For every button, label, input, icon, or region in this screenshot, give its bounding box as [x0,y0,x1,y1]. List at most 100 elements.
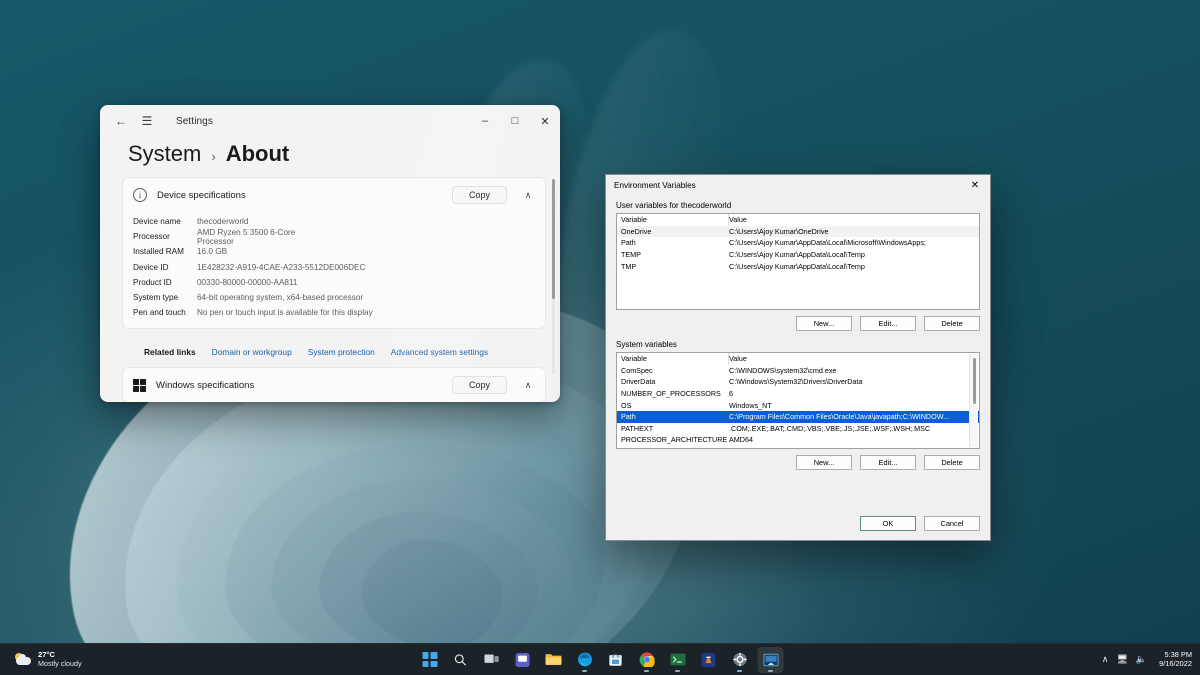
file-explorer-icon[interactable] [541,647,567,673]
table-row[interactable]: Path C:\Program Files\Common Files\Oracle… [617,410,979,423]
spec-value: thecoderworld [197,217,249,227]
system-variables-table[interactable]: Variable Value ComSpec C:\WINDOWS\system3… [616,352,980,449]
settings-window[interactable]: ← ☰ Settings – □ ✕ System › About i Devi… [100,105,560,402]
table-row[interactable]: OneDrive C:\Users\Ajoy Kumar\OneDrive [617,225,979,238]
user-delete-button[interactable]: Delete [924,316,980,331]
table-row[interactable]: ComSpec C:\WINDOWS\system32\cmd.exe [617,365,979,377]
column-header-value: Value [729,354,747,364]
table-row[interactable]: NUMBER_OF_PROCESSORS 6 [617,388,979,400]
info-icon: i [133,188,147,202]
dialog-body: User variables for thecoderworld Variabl… [606,195,990,470]
cell-value: AMD64 [729,435,753,445]
spec-value: 00330-80000-00000-AA811 [197,277,298,287]
breadcrumb-separator-icon: › [211,149,216,164]
weather-widget[interactable]: 27°C Mostly cloudy [0,650,82,668]
spec-value: 64-bit operating system, x64-based proce… [197,293,364,303]
related-link[interactable]: Domain or workgroup [212,347,292,357]
cell-variable: TMP [621,261,637,271]
close-icon[interactable]: ✕ [960,175,990,195]
spec-key: Processor [133,232,170,242]
volume-icon[interactable]: 🔈 [1136,654,1147,665]
system-properties-icon[interactable] [757,646,784,673]
device-spec-list: Device name thecoderworld Processor AMD Ryz… [123,105,560,402]
cell-variable: TEMP [621,250,641,260]
microsoft-edge-icon[interactable] [572,647,598,673]
cell-value: C:\Users\Ajoy Kumar\AppData\Local\Micros… [729,238,926,248]
clock[interactable]: 5:38 PM 9/16/2022 [1155,650,1192,669]
cell-variable: Path [621,412,636,422]
settings-scrollbar[interactable] [552,179,555,374]
search-icon[interactable] [448,647,474,673]
cell-variable: ComSpec [621,365,653,375]
spec-key: Installed RAM [133,247,184,257]
dialog-footer: OK Cancel [606,506,990,540]
widgets-icon[interactable] [510,647,536,673]
chevron-up-icon[interactable]: ∧ [517,380,539,391]
spec-row: Processor AMD Ryzen 5 3500 6-Core Process… [133,105,560,402]
user-variables-table[interactable]: Variable Value OneDrive C:\Users\Ajoy Kum… [616,213,980,310]
network-icon[interactable]: 🖥 [1116,654,1127,665]
spec-key: Product ID [133,277,172,287]
user-edit-button[interactable]: Edit... [860,316,916,331]
device-specifications-card: i Device specifications Copy ∧ Device na… [122,105,560,402]
user-variables-label: User variables for thecoderworld [616,201,732,210]
settings-window-title: Settings [176,115,213,127]
terminal-icon[interactable] [665,647,691,673]
table-row[interactable]: PATHEXT .COM;.EXE;.BAT;.CMD;.VBS;.VBE;.JS… [617,423,979,435]
table-row[interactable]: TEMP C:\Users\Ajoy Kumar\AppData\Local\Te… [617,249,979,261]
cell-value: C:\Users\Ajoy Kumar\AppData\Local\Temp [729,261,865,271]
cell-variable: NUMBER_OF_PROCESSORS [621,389,721,399]
table-header: Variable Value [617,214,979,226]
column-header-variable: Variable [621,215,647,225]
cell-variable: OS [621,400,632,410]
column-divider [728,214,729,226]
system-edit-button[interactable]: Edit... [860,455,916,470]
ok-button[interactable]: OK [860,515,916,531]
dialog-titlebar[interactable]: Environment Variables ✕ [606,175,990,195]
user-variables-buttons: New... Edit... Delete [616,316,980,331]
chevron-up-icon[interactable]: ∧ [1102,654,1109,665]
settings-content: i Device specifications Copy ∧ Device na… [100,105,560,402]
related-link[interactable]: System protection [308,347,375,357]
vlc-icon[interactable] [696,647,722,673]
system-new-button[interactable]: New... [796,455,852,470]
page-title: About [225,141,290,166]
user-variables-rows: OneDrive C:\Users\Ajoy Kumar\OneDrive Path… [617,225,979,272]
cell-value: C:\Program Files\Common Files\Oracle\Jav… [729,412,950,422]
breadcrumb-parent[interactable]: System [128,141,201,167]
related-links-label: Related links [144,347,196,358]
cell-value: Windows_NT [729,400,772,410]
settings-gear-icon[interactable] [727,647,753,673]
cell-value: C:\Users\Ajoy Kumar\OneDrive [729,226,829,236]
google-chrome-icon[interactable] [634,647,660,673]
system-delete-button[interactable]: Delete [924,455,980,470]
task-view-icon[interactable] [479,647,505,673]
system-variables-scrollbar[interactable] [969,354,978,447]
table-row[interactable]: Path C:\Users\Ajoy Kumar\AppData\Local\Mi… [617,237,979,249]
cell-value: 6 [729,389,733,399]
spec-value: No pen or touch input is available for t… [197,308,373,318]
table-row[interactable]: PROCESSOR_ARCHITECTURE AMD64 [617,434,979,446]
system-variables-buttons: New... Edit... Delete [616,455,980,470]
hamburger-icon[interactable]: ☰ [134,109,160,133]
cell-value: C:\WINDOWS\system32\cmd.exe [729,365,837,375]
environment-variables-dialog[interactable]: Environment Variables ✕ User variables f… [605,174,991,541]
cell-variable: PROCESSOR_ARCHITECTURE [621,435,728,445]
partly-cloudy-icon [14,652,32,667]
user-new-button[interactable]: New... [796,316,852,331]
cell-value: C:\Windows\System32\Drivers\DriverData [729,377,863,387]
table-row[interactable]: TMP C:\Users\Ajoy Kumar\AppData\Local\Tem… [617,260,979,272]
spec-value: 1E428232-A919-4CAE-A233-5512DE006DEC [197,262,366,272]
spec-key: Device name [133,217,181,227]
table-row[interactable]: OS Windows_NT [617,399,979,411]
clock-date: 9/16/2022 [1159,658,1192,668]
cell-variable: PATHEXT [621,423,654,433]
weather-condition: Mostly cloudy [38,658,82,668]
back-arrow-icon[interactable]: ← [108,109,134,133]
cancel-button[interactable]: Cancel [924,515,980,531]
table-row[interactable]: DriverData C:\Windows\System32\Drivers\Dr… [617,376,979,388]
start-button[interactable] [417,647,443,673]
cell-value: C:\Users\Ajoy Kumar\AppData\Local\Temp [729,250,865,260]
table-header: Variable Value [617,353,979,365]
microsoft-store-icon[interactable] [603,647,629,673]
